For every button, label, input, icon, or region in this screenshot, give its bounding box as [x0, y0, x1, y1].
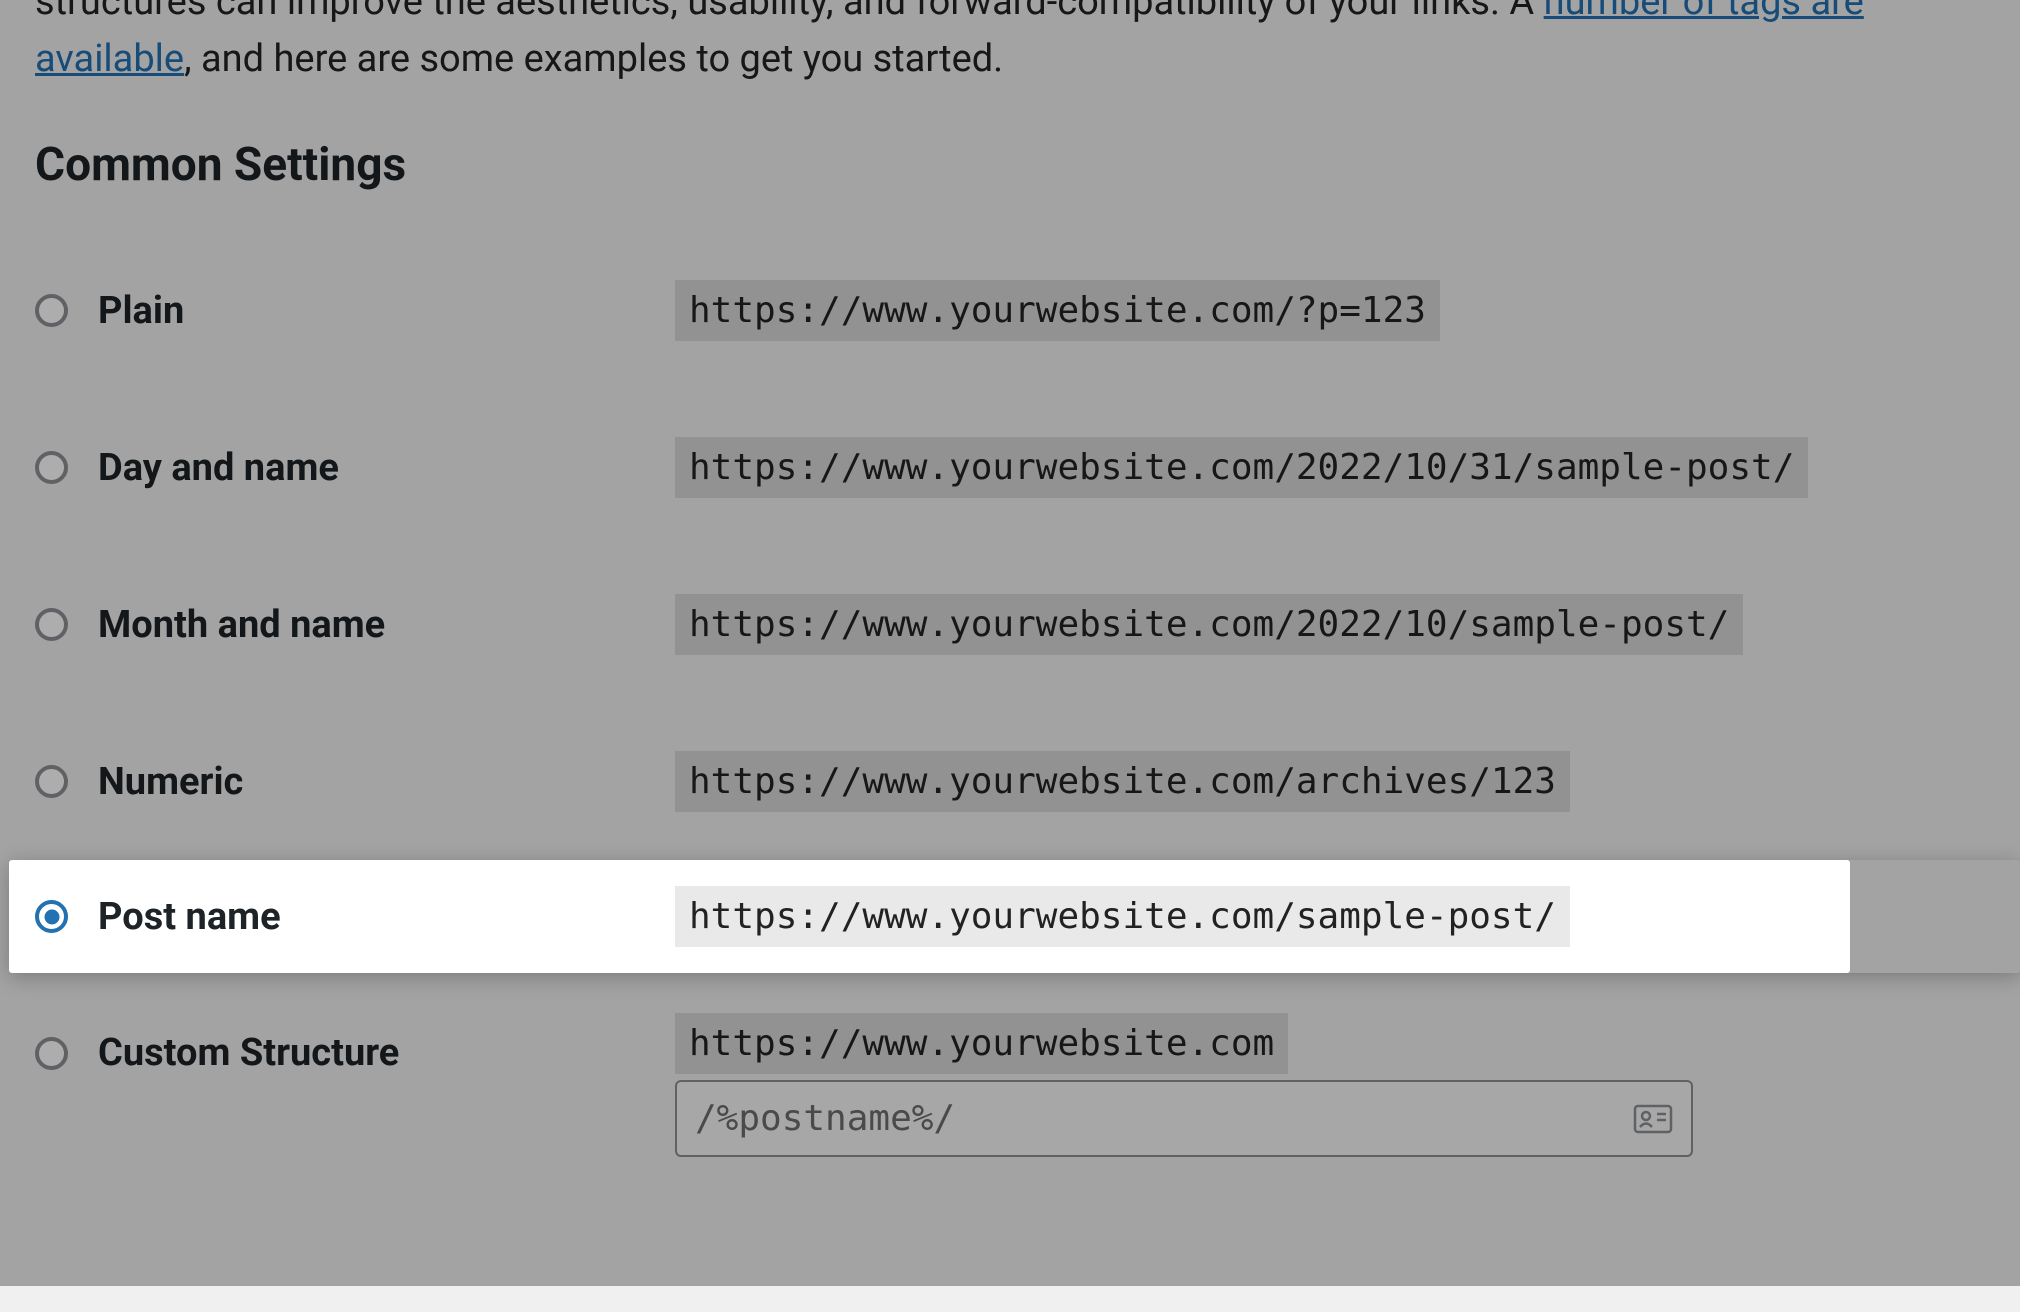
option-label-month-name: Month and name	[98, 603, 385, 647]
intro-text-mid: , and here are some examples to get you …	[184, 37, 1003, 81]
example-url-month-name: https://www.yourwebsite.com/2022/10/samp…	[675, 594, 1743, 655]
option-row-numeric[interactable]: Numeric https://www.yourwebsite.com/arch…	[35, 703, 2020, 860]
option-label-post-name: Post name	[98, 895, 281, 939]
option-label-custom: Custom Structure	[98, 1031, 399, 1075]
section-title-common-settings: Common Settings	[35, 138, 2020, 192]
example-url-plain: https://www.yourwebsite.com/?p=123	[675, 280, 1440, 341]
custom-base-url: https://www.yourwebsite.com	[675, 1013, 1288, 1074]
permalink-options: Plain https://www.yourwebsite.com/?p=123…	[35, 232, 2020, 1205]
radio-post-name[interactable]	[35, 900, 68, 933]
option-row-post-name[interactable]: Post name https://www.yourwebsite.com/sa…	[9, 860, 2020, 973]
option-label-numeric: Numeric	[98, 760, 243, 804]
option-row-month-name[interactable]: Month and name https://www.yourwebsite.c…	[35, 546, 2020, 703]
option-row-day-name[interactable]: Day and name https://www.yourwebsite.com…	[35, 389, 2020, 546]
custom-structure-input[interactable]	[675, 1080, 1693, 1157]
option-row-custom[interactable]: Custom Structure https://www.yourwebsite…	[35, 973, 2020, 1205]
contact-card-icon	[1633, 1103, 1673, 1135]
intro-text-prefix: structures can improve the aesthetics, u…	[35, 0, 1544, 24]
radio-numeric[interactable]	[35, 765, 68, 798]
example-url-day-name: https://www.yourwebsite.com/2022/10/31/s…	[675, 437, 1808, 498]
option-label-day-name: Day and name	[98, 446, 339, 490]
radio-plain[interactable]	[35, 294, 68, 327]
intro-paragraph: structures can improve the aesthetics, u…	[35, 0, 2020, 88]
example-url-numeric: https://www.yourwebsite.com/archives/123	[675, 751, 1570, 812]
radio-month-name[interactable]	[35, 608, 68, 641]
radio-custom[interactable]	[35, 1037, 68, 1070]
radio-day-name[interactable]	[35, 451, 68, 484]
option-row-plain[interactable]: Plain https://www.yourwebsite.com/?p=123	[35, 232, 2020, 389]
option-label-plain: Plain	[98, 289, 184, 333]
example-url-post-name: https://www.yourwebsite.com/sample-post/	[675, 886, 1570, 947]
